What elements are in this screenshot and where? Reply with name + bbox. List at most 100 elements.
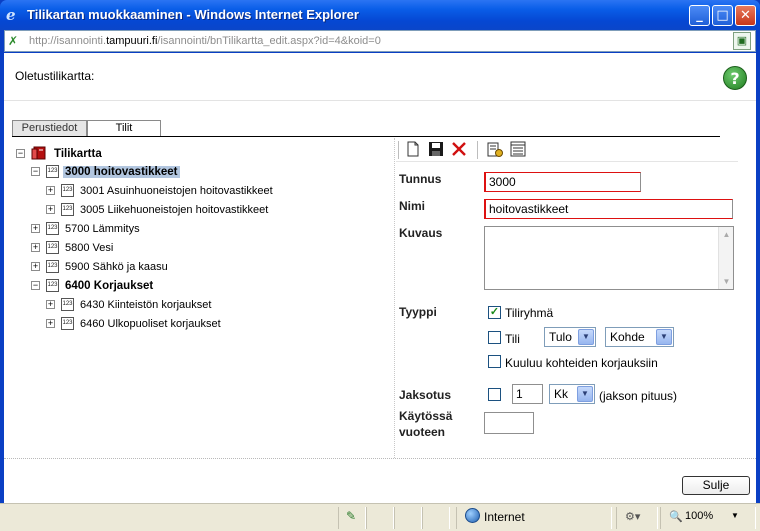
account-number-icon: 123: [46, 279, 59, 292]
tree-item-5700[interactable]: + 123 5700 Lämmitys: [31, 221, 281, 237]
kohde-select[interactable]: Kohde ▼: [605, 327, 674, 347]
jakso-field[interactable]: [512, 384, 543, 404]
tree-item-label[interactable]: 5900 Sähkö ja kaasu: [65, 261, 168, 273]
expand-icon[interactable]: +: [46, 300, 55, 309]
account-chart-book-icon: [31, 146, 46, 160]
tree-item-label[interactable]: 3005 Liikehuoneistojen hoitovastikkeet: [80, 204, 268, 216]
url-text[interactable]: http://isannointi.tampuuri.fi/isannointi…: [29, 35, 381, 47]
kuuluu-label: Kuuluu kohteiden korjauksiin: [505, 356, 658, 370]
properties-icon[interactable]: [487, 141, 503, 157]
tree-item-label[interactable]: 5700 Lämmitys: [65, 223, 140, 235]
address-bar[interactable]: ✗ http://isannointi.tampuuri.fi/isannoin…: [4, 30, 756, 52]
new-document-icon[interactable]: [405, 141, 421, 157]
ie-logo-icon: e: [6, 6, 16, 24]
page-icon: ✗: [8, 34, 19, 48]
tree-item-label[interactable]: 3000 hoitovastikkeet: [63, 166, 180, 178]
tree-item-label[interactable]: 6430 Kiinteistön korjaukset: [80, 299, 211, 311]
delete-icon[interactable]: [451, 141, 467, 157]
scroll-down-icon[interactable]: ▼: [720, 275, 733, 288]
tree-item-label[interactable]: 5800 Vesi: [65, 242, 113, 254]
expand-icon[interactable]: +: [31, 224, 40, 233]
collapse-icon[interactable]: −: [31, 281, 40, 290]
jaksotus-checkbox[interactable]: [488, 388, 501, 401]
kuuluu-checkbox[interactable]: [488, 355, 501, 368]
account-number-icon: 123: [61, 203, 74, 216]
close-window-button[interactable]: ✕: [735, 5, 756, 26]
expand-icon[interactable]: +: [31, 262, 40, 271]
tunnus-label: Tunnus: [399, 172, 442, 186]
tree-item-5900[interactable]: + 123 5900 Sähkö ja kaasu: [31, 259, 281, 275]
collapse-icon[interactable]: −: [16, 149, 25, 158]
kohde-select-value: Kohde: [610, 330, 645, 344]
protected-mode[interactable]: ⚙▾: [616, 507, 658, 529]
toolbar-separator: [477, 141, 478, 159]
tili-label: Tili: [505, 332, 520, 346]
zone-label: Internet: [484, 510, 525, 524]
kaytossa-label-2: vuoteen: [399, 425, 446, 439]
status-cell: [366, 507, 394, 529]
nimi-label: Nimi: [399, 199, 426, 213]
security-zone[interactable]: Internet: [456, 507, 612, 529]
tab-tilit[interactable]: Tilit: [87, 120, 161, 137]
expand-icon[interactable]: +: [46, 205, 55, 214]
status-cell: [422, 507, 450, 529]
kaytossa-field[interactable]: [484, 412, 534, 434]
account-number-icon: 123: [61, 298, 74, 311]
page-header: Oletustilikartta: ?: [4, 53, 756, 101]
expand-icon[interactable]: +: [46, 186, 55, 195]
tyyppi-label: Tyyppi: [399, 305, 437, 319]
protected-mode-icon: ⚙▾: [625, 511, 641, 523]
jakso-unit-value: Kk: [554, 387, 569, 401]
tree-item-label[interactable]: 6460 Ulkopuoliset korjaukset: [80, 318, 221, 330]
list-icon[interactable]: [510, 141, 526, 157]
panel-divider: [394, 138, 395, 458]
page-content: Oletustilikartta: ? Perustiedot Tilit − …: [4, 53, 756, 503]
collapse-icon[interactable]: −: [31, 167, 40, 176]
chevron-down-icon[interactable]: ▼: [577, 386, 593, 402]
certificate-icon[interactable]: ▣: [733, 32, 751, 50]
tunnus-field[interactable]: [484, 172, 641, 192]
save-icon[interactable]: [428, 141, 444, 157]
zoom-control[interactable]: 🔍 100% ▼: [660, 507, 756, 529]
zoom-level: 100%: [685, 510, 714, 522]
page-status-icon: ✎: [346, 509, 357, 523]
page-title: Oletustilikartta:: [15, 69, 95, 83]
tiliryhma-checkbox[interactable]: ✓: [488, 306, 501, 319]
toolbar-separator: [398, 141, 399, 159]
tree-item-6460[interactable]: + 123 6460 Ulkopuoliset korjaukset: [46, 316, 346, 332]
tree-root-label: Tilikartta: [54, 148, 102, 160]
tulo-select[interactable]: Tulo ▼: [544, 327, 596, 347]
scroll-up-icon[interactable]: ▲: [720, 228, 733, 241]
jakso-unit-select[interactable]: Kk ▼: [549, 384, 595, 404]
tree-item-3001[interactable]: + 123 3001 Asuinhuoneistojen hoitovastik…: [46, 183, 346, 199]
tree-item-label[interactable]: 6400 Korjaukset: [65, 280, 153, 292]
account-number-icon: 123: [61, 184, 74, 197]
tree-item-5800[interactable]: + 123 5800 Vesi: [31, 240, 281, 256]
expand-icon[interactable]: +: [46, 319, 55, 328]
account-number-icon: 123: [46, 241, 59, 254]
tulo-select-value: Tulo: [549, 330, 572, 344]
close-button[interactable]: Sulje: [682, 476, 750, 495]
chevron-down-icon[interactable]: ▼: [731, 511, 739, 520]
chevron-down-icon[interactable]: ▼: [656, 329, 672, 345]
chevron-down-icon[interactable]: ▼: [578, 329, 594, 345]
tree-item-6400[interactable]: − 123 6400 Korjaukset: [31, 278, 281, 294]
kuvaus-textarea[interactable]: ▲ ▼: [484, 226, 734, 290]
minimize-button[interactable]: _: [689, 5, 710, 26]
tree-root[interactable]: − Tilikartta: [16, 146, 216, 162]
account-number-icon: 123: [46, 260, 59, 273]
maximize-button[interactable]: □: [712, 5, 733, 26]
tab-perustiedot[interactable]: Perustiedot: [12, 120, 87, 136]
tree-item-3005[interactable]: + 123 3005 Liikehuoneistojen hoitovastik…: [46, 202, 346, 218]
tree-item-label[interactable]: 3001 Asuinhuoneistojen hoitovastikkeet: [80, 185, 273, 197]
nimi-field[interactable]: [484, 199, 733, 219]
textarea-scrollbar[interactable]: ▲ ▼: [718, 227, 733, 289]
expand-icon[interactable]: +: [31, 243, 40, 252]
help-icon[interactable]: ?: [723, 66, 747, 90]
tree-item-3000[interactable]: − 123 3000 hoitovastikkeet: [31, 164, 281, 180]
tree-item-6430[interactable]: + 123 6430 Kiinteistön korjaukset: [46, 297, 346, 313]
tili-checkbox[interactable]: [488, 331, 501, 344]
kaytossa-label-1: Käytössä: [399, 409, 453, 423]
footer-separator: [4, 458, 756, 459]
status-cell: ✎: [338, 507, 366, 529]
